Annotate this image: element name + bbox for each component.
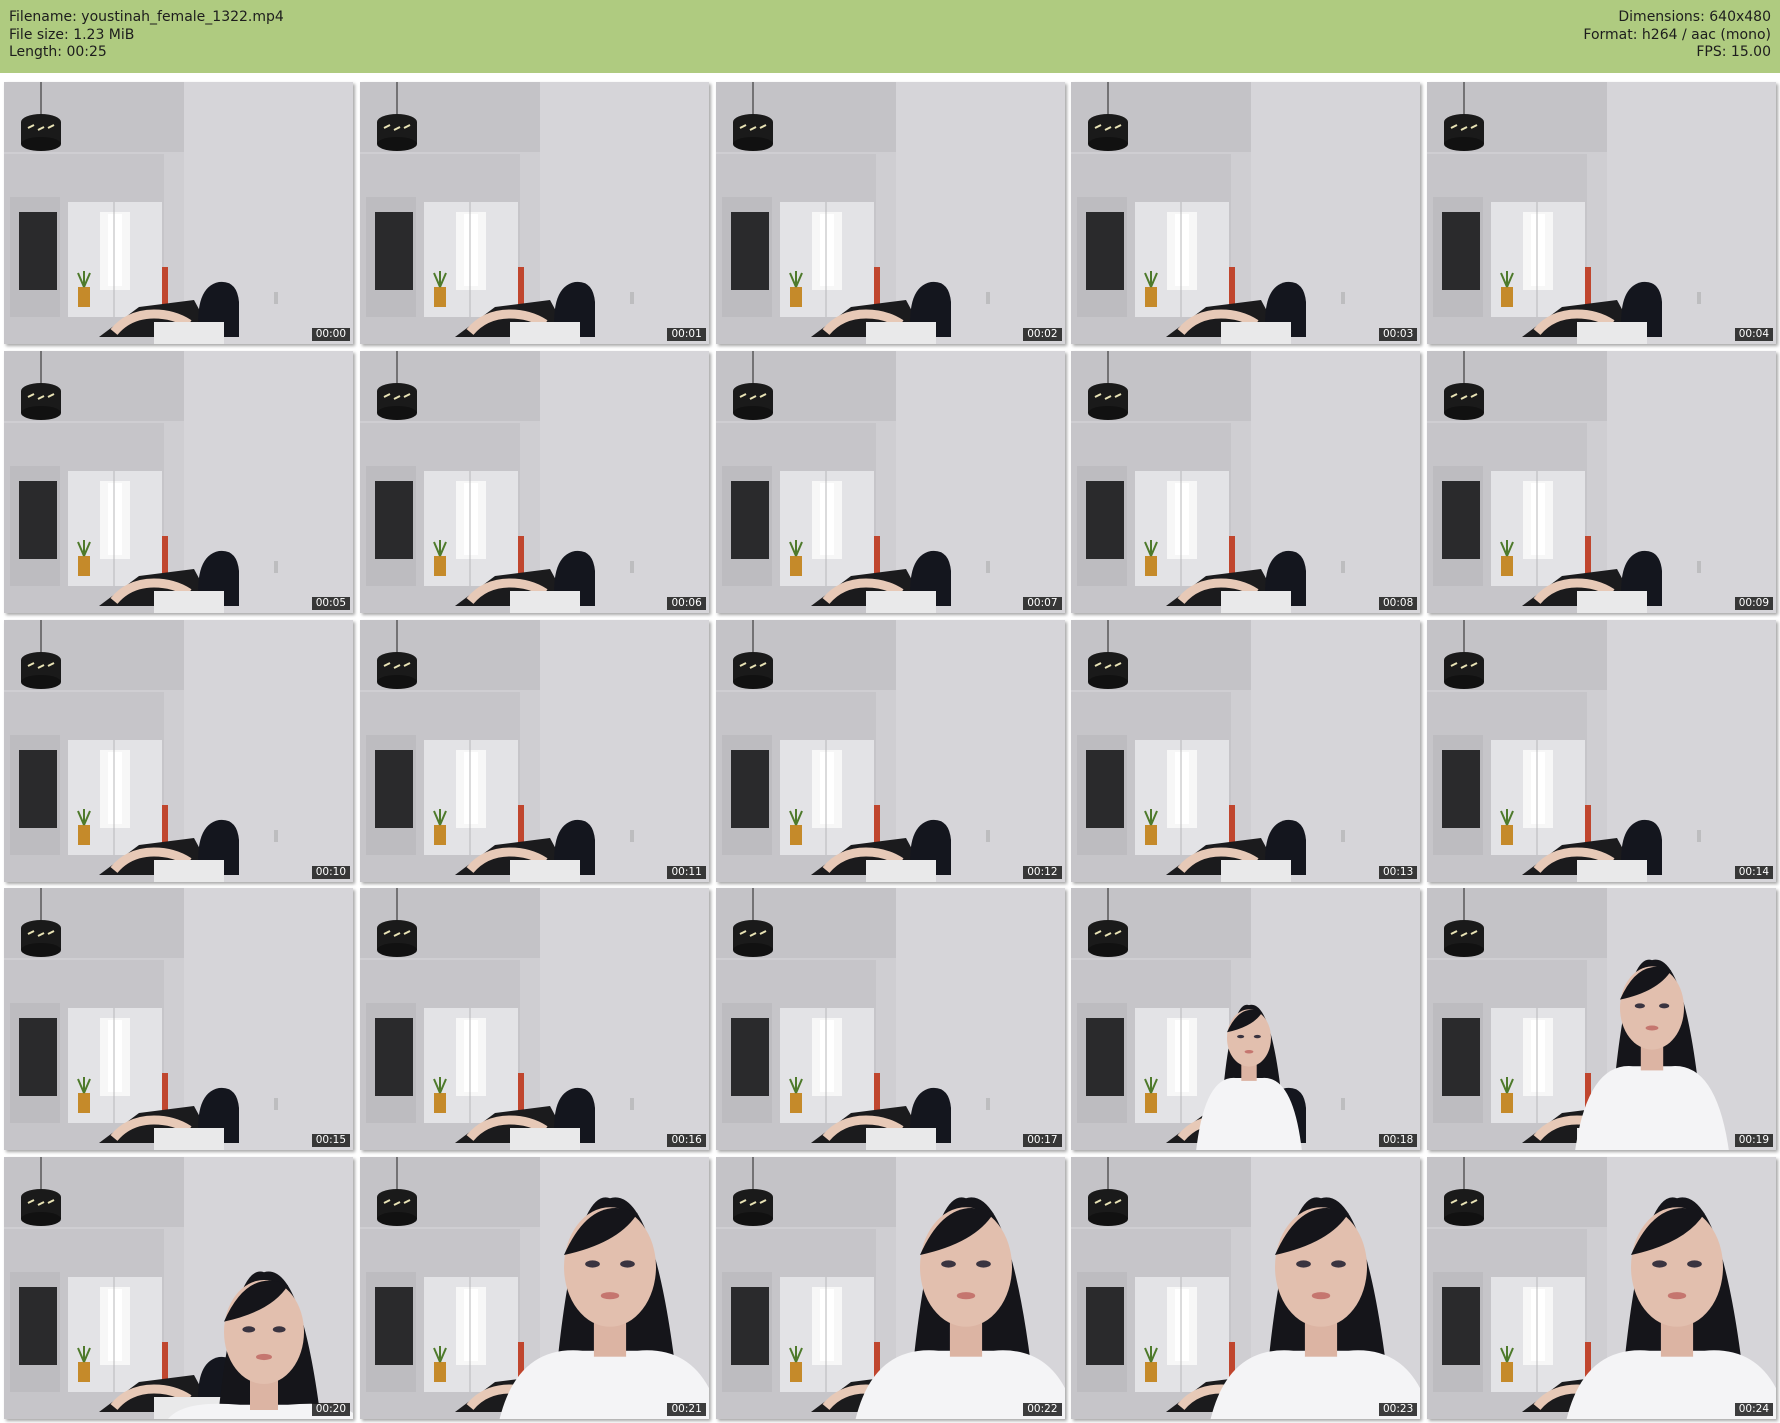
video-frame-thumbnail: 00:03 [1071, 82, 1421, 344]
frame-image [1071, 619, 1421, 882]
video-frame-thumbnail: 00:05 [4, 350, 353, 613]
video-frame-thumbnail: 00:13 [1071, 619, 1421, 882]
video-frame-thumbnail: 00:09 [1427, 350, 1776, 613]
video-frame-thumbnail: 00:21 [359, 1157, 709, 1419]
video-frame-thumbnail: 00:08 [1071, 350, 1421, 613]
format-label: Format: h264 / aac (mono) [1583, 26, 1771, 43]
frame-image [1427, 350, 1776, 613]
frame-timestamp: 00:23 [1378, 1403, 1418, 1416]
frame-image [715, 619, 1065, 882]
frame-image [1071, 82, 1421, 344]
frame-image [1427, 619, 1776, 882]
frame-timestamp: 00:07 [1023, 596, 1062, 610]
frame-timestamp: 00:22 [1023, 1403, 1062, 1416]
dimensions-label: Dimensions: 640x480 [1618, 9, 1771, 25]
frame-timestamp: 00:10 [311, 865, 350, 879]
video-frame-thumbnail: 00:22 [715, 1157, 1065, 1419]
frame-image [359, 82, 709, 344]
frame-image [715, 888, 1065, 1151]
video-frame-thumbnail: 00:07 [715, 350, 1065, 613]
frame-image [4, 350, 353, 613]
frame-timestamp: 00:18 [1378, 1134, 1418, 1148]
stream-info: Dimensions: 640x480 Format: h264 / aac (… [1583, 9, 1771, 62]
video-frame-thumbnail: 00:04 [1427, 82, 1776, 344]
frame-image [359, 619, 709, 882]
frame-timestamp: 00:08 [1378, 596, 1418, 610]
video-frame-thumbnail: 00:17 [715, 888, 1065, 1151]
frame-timestamp: 00:24 [1734, 1403, 1773, 1416]
fps-label: FPS: 15.00 [1696, 44, 1771, 60]
video-frame-thumbnail: 00:20 [4, 1157, 353, 1419]
frame-image [715, 82, 1065, 344]
video-frame-thumbnail: 00:14 [1427, 619, 1776, 882]
frame-timestamp: 00:05 [311, 596, 350, 610]
video-frame-thumbnail: 00:10 [4, 619, 353, 882]
frame-timestamp: 00:11 [667, 865, 706, 879]
filesize-label: File size: 1.23 MiB [9, 26, 135, 43]
video-frame-thumbnail: 00:16 [359, 888, 709, 1151]
frame-image [4, 82, 353, 344]
info-header: Filename: youstinah_female_1322.mp4 File… [0, 0, 1780, 73]
frame-timestamp: 00:06 [667, 596, 706, 610]
frame-image [1427, 1157, 1776, 1419]
frame-image [4, 888, 353, 1151]
video-frame-thumbnail: 00:02 [715, 82, 1065, 344]
video-frame-thumbnail: 00:23 [1071, 1157, 1421, 1419]
frame-image [1427, 888, 1776, 1151]
filename-label: Filename: youstinah_female_1322.mp4 [9, 9, 284, 25]
video-frame-thumbnail: 00:00 [4, 82, 353, 344]
frame-image [1071, 350, 1421, 613]
frame-timestamp: 00:17 [1023, 1134, 1062, 1148]
frame-image [359, 350, 709, 613]
frame-timestamp: 00:00 [311, 328, 350, 341]
frame-timestamp: 00:16 [667, 1134, 706, 1148]
frame-timestamp: 00:20 [311, 1403, 350, 1416]
frame-image [1071, 888, 1421, 1151]
frame-timestamp: 00:21 [667, 1403, 706, 1416]
frame-timestamp: 00:19 [1734, 1134, 1773, 1148]
frame-image [715, 350, 1065, 613]
video-frame-thumbnail: 00:15 [4, 888, 353, 1151]
video-frame-thumbnail: 00:24 [1427, 1157, 1776, 1419]
frame-image [359, 1157, 709, 1419]
video-frame-thumbnail: 00:18 [1071, 888, 1421, 1151]
frame-timestamp: 00:04 [1734, 328, 1773, 341]
frame-image [715, 1157, 1065, 1419]
frame-image [1427, 82, 1776, 344]
frame-timestamp: 00:09 [1734, 596, 1773, 610]
frame-timestamp: 00:12 [1023, 865, 1062, 879]
frame-image [359, 888, 709, 1151]
file-info: Filename: youstinah_female_1322.mp4 File… [9, 9, 284, 62]
video-frame-thumbnail: 00:01 [359, 82, 709, 344]
frame-image [1071, 1157, 1421, 1419]
frame-timestamp: 00:15 [311, 1134, 350, 1148]
contact-sheet: Filename: youstinah_female_1322.mp4 File… [0, 0, 1780, 1423]
video-frame-thumbnail: 00:06 [359, 350, 709, 613]
frame-timestamp: 00:02 [1023, 328, 1062, 341]
frame-timestamp: 00:14 [1734, 865, 1773, 879]
video-frame-thumbnail: 00:12 [715, 619, 1065, 882]
frame-image [4, 1157, 353, 1419]
thumbnail-grid: 00:00 00:01 00:02 00:03 00:04 00:05 00:0… [4, 82, 1776, 1420]
video-frame-thumbnail: 00:11 [359, 619, 709, 882]
frame-image [4, 619, 353, 882]
length-label: Length: 00:25 [9, 44, 107, 60]
frame-timestamp: 00:01 [667, 328, 706, 341]
video-frame-thumbnail: 00:19 [1427, 888, 1776, 1151]
frame-timestamp: 00:03 [1378, 328, 1418, 341]
frame-timestamp: 00:13 [1378, 865, 1418, 879]
